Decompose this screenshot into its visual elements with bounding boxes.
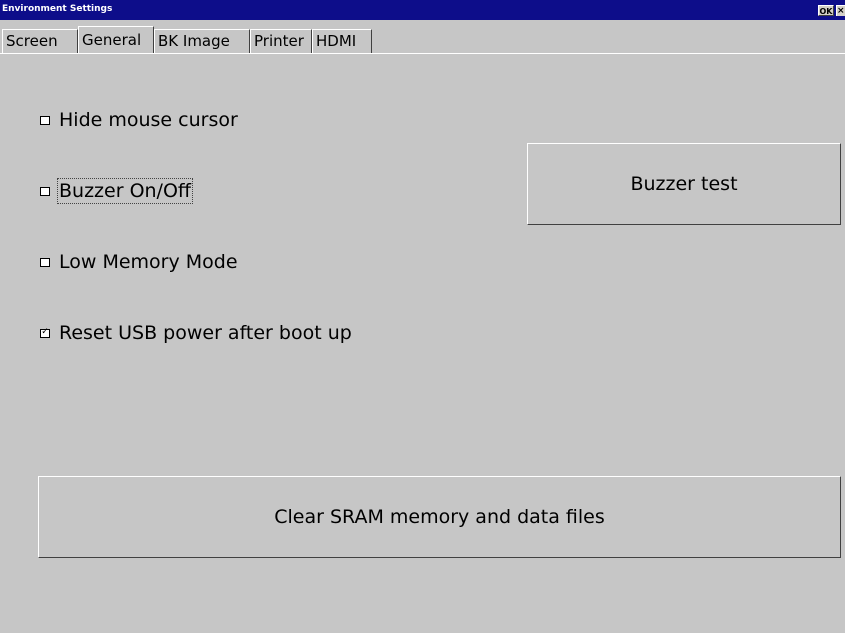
tab-bk-image[interactable]: BK Image [154, 29, 250, 53]
tab-label: Screen [6, 32, 58, 50]
tab-general[interactable]: General [78, 26, 154, 53]
checkbox-label: Buzzer On/Off [56, 178, 194, 204]
hide-mouse-cursor-checkbox[interactable]: Hide mouse cursor [40, 106, 238, 134]
checkbox-box[interactable]: ✓ [40, 326, 50, 338]
tab-divider [0, 53, 845, 54]
checkbox-label: Hide mouse cursor [59, 109, 238, 131]
checkbox-box[interactable] [40, 186, 50, 196]
tab-printer[interactable]: Printer [250, 29, 312, 53]
buzzer-on-off-checkbox[interactable]: Buzzer On/Off [40, 177, 194, 205]
reset-usb-power-checkbox[interactable]: ✓ Reset USB power after boot up [40, 319, 352, 347]
close-button[interactable]: × [836, 5, 845, 16]
window-title: Environment Settings [2, 4, 113, 14]
tab-label: General [82, 31, 142, 49]
checkbox-label: Reset USB power after boot up [59, 322, 352, 344]
tab-label: HDMI [316, 32, 357, 50]
low-memory-mode-checkbox[interactable]: Low Memory Mode [40, 248, 238, 276]
tab-label: BK Image [158, 32, 230, 50]
checkbox-box[interactable] [40, 115, 50, 125]
checkmark-icon: ✓ [41, 326, 49, 337]
tab-screen[interactable]: Screen [2, 29, 78, 53]
tab-hdmi[interactable]: HDMI [312, 29, 372, 53]
ok-button[interactable]: OK [818, 5, 834, 16]
checkbox-label: Low Memory Mode [59, 251, 238, 273]
clear-sram-button[interactable]: Clear SRAM memory and data files [38, 476, 841, 558]
title-bar: Environment Settings OK × [0, 0, 845, 20]
checkbox-box[interactable] [40, 257, 50, 267]
buzzer-test-button[interactable]: Buzzer test [527, 143, 841, 225]
tab-label: Printer [254, 32, 304, 50]
